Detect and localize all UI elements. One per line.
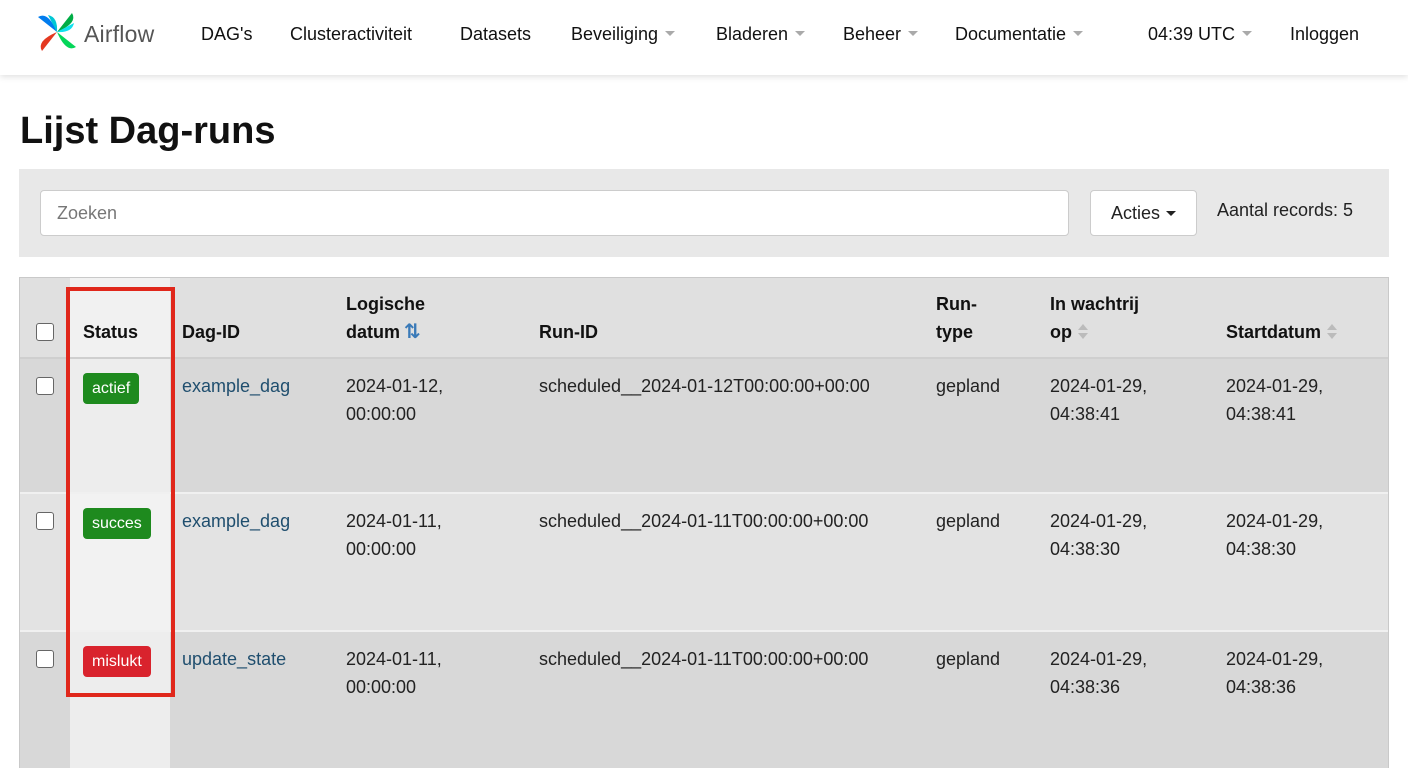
- header-start-date[interactable]: Startdatum: [1226, 318, 1338, 346]
- header-logical-date[interactable]: Logische datum ⇅: [346, 290, 425, 346]
- caret-down-icon: [1242, 30, 1253, 36]
- header-run-id[interactable]: Run-ID: [539, 318, 598, 346]
- navbar: Airflow DAG's Clusteractiviteit Datasets…: [0, 0, 1408, 75]
- row-checkbox[interactable]: [36, 512, 54, 530]
- nav-datasets[interactable]: Datasets: [460, 24, 531, 45]
- dag-id-link[interactable]: example_dag: [182, 507, 290, 535]
- start-date: 2024-01-29, 04:38:36: [1226, 645, 1323, 701]
- toolbar: Acties Aantal records: 5: [19, 169, 1389, 257]
- sort-icon: [1078, 324, 1088, 340]
- caret-down-icon: [1073, 30, 1084, 36]
- nav-cluster-activity-label: Clusteractiviteit: [290, 24, 413, 44]
- run-type: gepland: [936, 511, 1001, 531]
- start-date-line2: 04:38:41: [1226, 404, 1297, 424]
- header-start-date-label: Startdatum: [1226, 322, 1322, 342]
- header-queued-at[interactable]: In wachtrij op: [1050, 290, 1139, 346]
- brand[interactable]: Airflow: [34, 12, 154, 56]
- start-date-line2: 04:38:30: [1226, 539, 1297, 559]
- status-badge: succes: [83, 508, 151, 539]
- logical-date-line1: 2024-01-11,: [346, 649, 442, 669]
- table-row: succes example_dag 2024-01-11, 00:00:00 s…: [20, 494, 1388, 632]
- table-row: mislukt update_state 2024-01-11, 00:00:00…: [20, 632, 1388, 768]
- login-link[interactable]: Inloggen: [1290, 24, 1359, 45]
- nav-browse-label: Bladeren: [716, 24, 789, 44]
- table-row: actief example_dag 2024-01-12, 00:00:00 s…: [20, 359, 1388, 494]
- logical-date-line1: 2024-01-12,: [346, 376, 444, 396]
- page-title: Lijst Dag-runs: [20, 110, 276, 152]
- nav-security[interactable]: Beveiliging: [571, 24, 676, 45]
- login-label: Inloggen: [1290, 24, 1360, 44]
- start-date-line1: 2024-01-29,: [1226, 376, 1324, 396]
- record-count: Aantal records: 5: [1217, 200, 1354, 220]
- run-id: scheduled__2024-01-12T00:00:00+00:00: [539, 376, 870, 396]
- dag-runs-table: Status Dag-ID Logische datum ⇅ Run-ID Run…: [19, 277, 1389, 768]
- run-type: gepland: [936, 649, 1001, 669]
- caret-down-icon: [1166, 210, 1177, 216]
- logical-date: 2024-01-11, 00:00:00: [346, 507, 442, 563]
- table-header: Status Dag-ID Logische datum ⇅ Run-ID Run…: [20, 278, 1388, 359]
- logical-date-line2: 00:00:00: [346, 539, 417, 559]
- header-run-type[interactable]: Run- type: [936, 290, 977, 346]
- queued-at-line2: 04:38:41: [1050, 404, 1121, 424]
- nav-browse[interactable]: Bladeren: [716, 24, 806, 45]
- header-queued-at-line2: op: [1050, 322, 1072, 342]
- row-checkbox[interactable]: [36, 377, 54, 395]
- nav-dags[interactable]: DAG's: [201, 24, 252, 45]
- caret-down-icon: [795, 30, 806, 36]
- header-dag-id[interactable]: Dag-ID: [182, 318, 240, 346]
- caret-down-icon: [665, 30, 676, 36]
- nav-admin-label: Beheer: [843, 24, 902, 44]
- queued-at-line1: 2024-01-29,: [1050, 649, 1148, 669]
- actions-label: Acties: [1110, 202, 1161, 223]
- nav-docs-label: Documentatie: [955, 24, 1067, 44]
- nav-security-label: Beveiliging: [571, 24, 659, 44]
- airflow-logo-icon: [34, 9, 80, 60]
- start-date-line1: 2024-01-29,: [1226, 649, 1324, 669]
- dag-id-link[interactable]: example_dag: [182, 372, 290, 400]
- logical-date-line2: 00:00:00: [346, 404, 417, 424]
- queued-at-line2: 04:38:36: [1050, 677, 1121, 697]
- brand-name: Airflow: [84, 20, 155, 47]
- header-logical-date-line2: datum: [346, 322, 400, 342]
- logical-date: 2024-01-12, 00:00:00: [346, 372, 443, 428]
- start-date: 2024-01-29, 04:38:30: [1226, 507, 1323, 563]
- start-date-line1: 2024-01-29,: [1226, 511, 1324, 531]
- queued-at-line1: 2024-01-29,: [1050, 376, 1148, 396]
- queued-at-line1: 2024-01-29,: [1050, 511, 1148, 531]
- run-type: gepland: [936, 376, 1001, 396]
- header-queued-at-line1: In wachtrij: [1050, 294, 1140, 314]
- row-checkbox[interactable]: [36, 650, 54, 668]
- nav-cluster-activity[interactable]: Clusteractiviteit: [290, 24, 412, 45]
- logical-date: 2024-01-11, 00:00:00: [346, 645, 442, 701]
- start-date-line2: 04:38:36: [1226, 677, 1297, 697]
- run-id: scheduled__2024-01-11T00:00:00+00:00: [539, 511, 869, 531]
- queued-at-line2: 04:38:30: [1050, 539, 1121, 559]
- status-badge: mislukt: [83, 646, 151, 677]
- logical-date-line1: 2024-01-11,: [346, 511, 442, 531]
- select-all-checkbox[interactable]: [36, 323, 54, 341]
- dag-id-link[interactable]: update_state: [182, 645, 286, 673]
- sort-icon: [1327, 324, 1338, 340]
- nav-docs[interactable]: Documentatie: [955, 24, 1084, 45]
- header-run-type-line1: Run-: [936, 294, 977, 314]
- caret-down-icon: [908, 30, 919, 36]
- queued-at: 2024-01-29, 04:38:41: [1050, 372, 1147, 428]
- queued-at: 2024-01-29, 04:38:30: [1050, 507, 1147, 563]
- queued-at: 2024-01-29, 04:38:36: [1050, 645, 1147, 701]
- nav-time[interactable]: 04:39 UTC: [1148, 24, 1253, 45]
- nav-time-label: 04:39 UTC: [1148, 24, 1236, 44]
- header-status[interactable]: Status: [83, 318, 138, 346]
- sort-arrows-icon: ⇅: [404, 321, 421, 343]
- run-id: scheduled__2024-01-11T00:00:00+00:00: [539, 649, 869, 669]
- actions-dropdown-button[interactable]: Acties: [1090, 190, 1197, 236]
- nav-datasets-label: Datasets: [460, 24, 532, 44]
- status-badge: actief: [83, 373, 140, 404]
- logical-date-line2: 00:00:00: [346, 677, 417, 697]
- header-run-type-line2: type: [936, 322, 974, 342]
- header-logical-date-line1: Logische: [346, 294, 426, 314]
- start-date: 2024-01-29, 04:38:41: [1226, 372, 1323, 428]
- nav-dags-label: DAG's: [201, 24, 253, 44]
- nav-admin[interactable]: Beheer: [843, 24, 919, 45]
- search-input[interactable]: [40, 190, 1069, 236]
